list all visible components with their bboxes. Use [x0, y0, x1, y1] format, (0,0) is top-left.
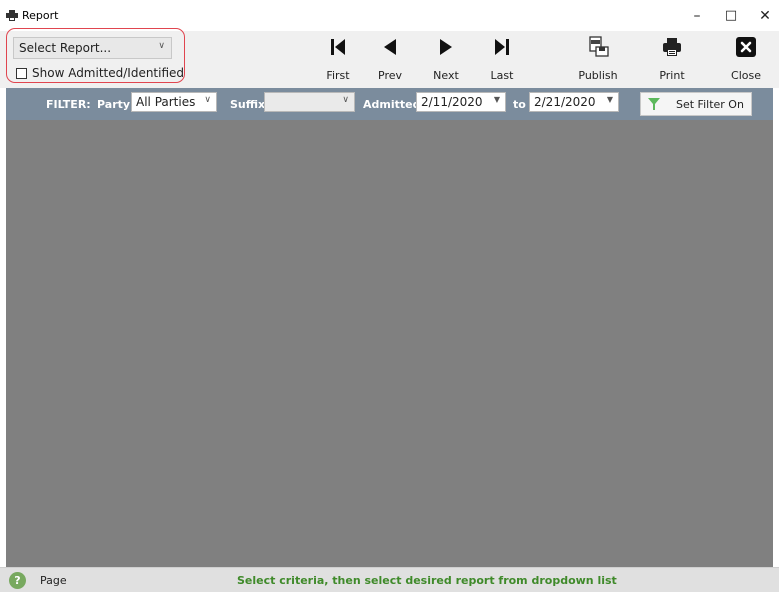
- admitted-from-date[interactable]: 2/11/2020 ▼: [416, 92, 506, 112]
- window-close-button[interactable]: ✕: [748, 0, 779, 31]
- filter-bar: FILTER: Party: All Parties ∨ Suffix: ∨ A…: [6, 88, 773, 120]
- title-bar: Report – □ ✕: [0, 0, 779, 31]
- report-window: Report – □ ✕ Select Report... ∨ Show Adm…: [0, 0, 779, 592]
- next-page-icon: [416, 35, 476, 59]
- filter-label: FILTER:: [46, 98, 91, 111]
- help-icon[interactable]: ?: [9, 572, 26, 589]
- close-button[interactable]: Close: [716, 33, 776, 83]
- next-button[interactable]: Next: [416, 33, 476, 83]
- publish-pdf-icon: [568, 35, 628, 59]
- maximize-button[interactable]: □: [714, 0, 748, 31]
- last-label: Last: [490, 69, 514, 82]
- admitted-to-date[interactable]: 2/21/2020 ▼: [529, 92, 619, 112]
- chevron-down-icon: ∨: [342, 95, 349, 105]
- last-button[interactable]: Last: [472, 33, 532, 83]
- print-button[interactable]: Print: [642, 33, 702, 83]
- suffix-select[interactable]: ∨: [264, 92, 355, 112]
- close-label: Close: [731, 69, 761, 82]
- prev-label: Prev: [378, 69, 402, 82]
- publish-button[interactable]: Publish: [568, 33, 628, 83]
- first-button[interactable]: First: [308, 33, 368, 83]
- set-filter-label: Set Filter On: [676, 98, 744, 111]
- last-page-icon: [472, 35, 532, 59]
- chevron-down-icon: ∨: [204, 95, 211, 105]
- filter-funnel-icon: [648, 98, 660, 110]
- prev-button[interactable]: Prev: [360, 33, 420, 83]
- print-label: Print: [659, 69, 685, 82]
- printer-icon: [6, 10, 18, 21]
- report-selection-highlight: [6, 28, 185, 83]
- party-select[interactable]: All Parties ∨: [131, 92, 217, 112]
- party-select-value: All Parties: [136, 95, 196, 109]
- set-filter-button[interactable]: Set Filter On: [640, 92, 752, 116]
- first-page-icon: [308, 35, 368, 59]
- report-viewer: [6, 120, 773, 567]
- party-label: Party:: [97, 98, 135, 111]
- next-label: Next: [433, 69, 459, 82]
- admitted-to-value: 2/21/2020: [534, 95, 596, 109]
- to-label: to: [513, 98, 526, 111]
- printer-icon: [642, 35, 702, 59]
- publish-label: Publish: [578, 69, 618, 82]
- minimize-button[interactable]: –: [680, 0, 714, 31]
- admitted-from-value: 2/11/2020: [421, 95, 483, 109]
- prev-page-icon: [360, 35, 420, 59]
- first-label: First: [326, 69, 350, 82]
- status-bar: ? Page Select criteria, then select desi…: [0, 567, 779, 592]
- dropdown-arrow-icon[interactable]: ▼: [607, 95, 613, 104]
- window-title: Report: [22, 9, 59, 22]
- close-icon: [716, 35, 776, 59]
- status-message: Select criteria, then select desired rep…: [237, 574, 617, 587]
- dropdown-arrow-icon[interactable]: ▼: [494, 95, 500, 104]
- page-label: Page: [40, 574, 67, 587]
